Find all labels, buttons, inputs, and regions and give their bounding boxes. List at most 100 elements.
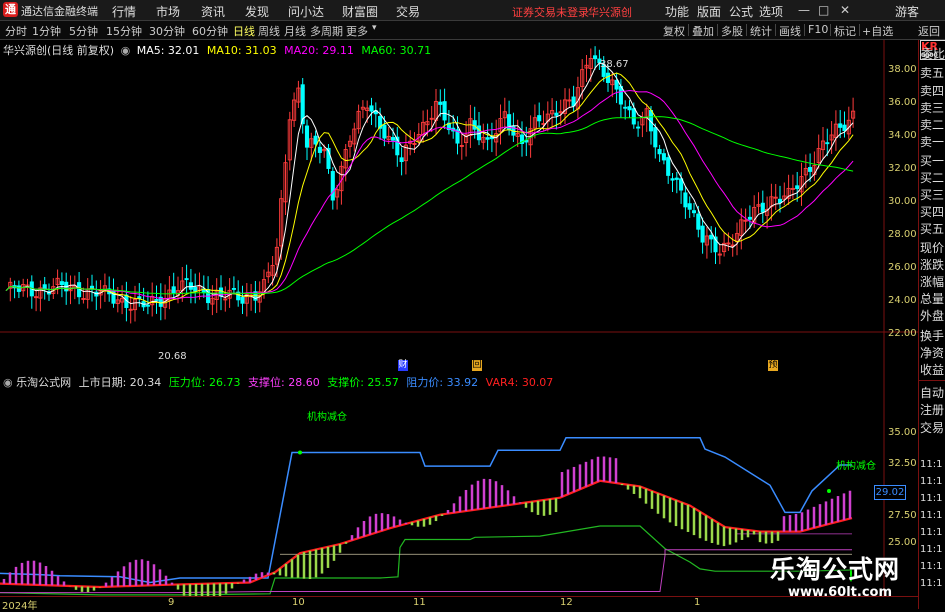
period-1min[interactable]: 1分钟 <box>32 23 61 39</box>
guest-label[interactable]: 游客 <box>895 3 919 20</box>
listing-date-value: 上市日期: 20.34 <box>78 376 162 389</box>
tool-mark[interactable]: 标记 <box>834 23 856 39</box>
price-tag: 29.02 <box>874 485 906 500</box>
panel-tab-trade[interactable]: 交易 <box>920 420 945 436</box>
kline-chart[interactable] <box>0 40 918 609</box>
period-5min[interactable]: 5分钟 <box>69 23 98 39</box>
ma20-label: MA20: 29.11 <box>284 44 354 57</box>
candle-body <box>171 286 176 294</box>
menu-wenxiaoda[interactable]: 问小达 <box>288 3 324 20</box>
tool-fuquan[interactable]: 复权 <box>663 23 685 39</box>
menu-news[interactable]: 资讯 <box>201 3 225 20</box>
candle-body <box>760 202 765 213</box>
candle-body <box>747 216 752 220</box>
candle-body <box>472 120 477 130</box>
minimize-icon[interactable]: — <box>798 3 810 17</box>
candle-body <box>442 101 447 121</box>
panel-item-volume: 总量 <box>920 292 945 306</box>
resistance-line <box>0 437 852 584</box>
period-multi[interactable]: 多周期 <box>310 23 343 39</box>
tool-back[interactable]: 返回 <box>918 23 940 39</box>
candle-body <box>627 106 632 111</box>
repurchase-event-marker[interactable]: 回 <box>472 360 482 371</box>
menu-bar: 通 通达信金融终端 行情 市场 资讯 发现 问小达 财富圈 交易 证券交易未登录… <box>0 0 945 21</box>
candle-body <box>304 125 310 148</box>
panel-tab-auto[interactable]: 自动 <box>920 385 945 401</box>
candle-body <box>154 299 159 301</box>
y-axis-label: 30.00 <box>888 196 917 207</box>
date-label: 9 <box>168 597 175 608</box>
settings-dot-icon[interactable]: ◉ <box>121 44 131 57</box>
panel-item-bid1: 买一 <box>920 154 945 168</box>
candle-body <box>696 213 701 230</box>
period-15min[interactable]: 15分钟 <box>106 23 142 39</box>
tool-multi-stock[interactable]: 多股 <box>721 23 743 39</box>
panel-item-change: 涨跌 <box>920 258 945 272</box>
tick-time: 11:1 <box>920 493 943 504</box>
menu-formula[interactable]: 公式 <box>729 3 753 20</box>
period-60min[interactable]: 60分钟 <box>192 23 228 39</box>
tool-add-watchlist[interactable]: +自选 <box>862 23 893 39</box>
period-30min[interactable]: 30分钟 <box>149 23 185 39</box>
period-daily[interactable]: 日线 <box>233 23 255 39</box>
toolbar-divider <box>688 24 689 36</box>
panel-item-ask5: 卖五 <box>920 66 945 80</box>
candle-body <box>438 101 443 105</box>
ma5-label: MA5: 32.01 <box>136 44 200 57</box>
candle-body <box>670 178 675 181</box>
candle-body <box>145 304 150 307</box>
panel-divider <box>919 380 945 381</box>
menu-functions[interactable]: 功能 <box>665 3 689 20</box>
menu-market[interactable]: 市场 <box>156 3 180 20</box>
pressure-value: 压力位: 26.73 <box>168 376 241 389</box>
menu-wealth-circle[interactable]: 财富圈 <box>342 3 378 20</box>
date-label: 1 <box>694 597 701 608</box>
candle-body <box>369 105 374 112</box>
candle-body <box>184 278 189 281</box>
menubar-stock-name: 华兴源创 <box>588 6 632 19</box>
indicator-settings-icon[interactable]: ◉ <box>3 376 13 389</box>
candle-body <box>653 127 658 148</box>
menu-layout[interactable]: 版面 <box>697 3 721 20</box>
indicator-y-axis-label: 27.50 <box>888 510 917 521</box>
tick-time: 11:1 <box>920 561 943 572</box>
menu-quotes[interactable]: 行情 <box>112 3 136 20</box>
login-notice[interactable]: 证券交易未登录 <box>512 4 589 20</box>
ma10-line <box>5 72 854 304</box>
maximize-icon[interactable]: □ <box>818 3 829 17</box>
period-more[interactable]: 更多 <box>346 23 368 39</box>
chevron-down-icon[interactable]: ▾ <box>372 23 377 33</box>
period-intraday[interactable]: 分时 <box>5 23 27 39</box>
close-icon[interactable]: ✕ <box>840 3 850 17</box>
tool-f10[interactable]: F10 <box>808 23 828 36</box>
date-label: 11 <box>413 597 426 608</box>
finance-event-marker[interactable]: 财 <box>398 360 408 371</box>
date-label: 10 <box>292 597 305 608</box>
panel-item-outer: 外盘 <box>920 309 945 323</box>
candle-body <box>674 177 679 180</box>
watermark-url: www.60lt.com <box>788 585 893 600</box>
toolbar-divider <box>859 24 860 36</box>
date-label: 12 <box>560 597 573 608</box>
candle-body <box>842 124 847 132</box>
tick-time: 11:1 <box>920 459 943 470</box>
candle-body <box>691 210 697 214</box>
stock-label: 华兴源创(日线 前复权) <box>3 44 115 57</box>
panel-item-turnover: 换手 <box>920 329 945 343</box>
candle-body <box>666 157 671 176</box>
tool-draw-line[interactable]: 画线 <box>779 23 801 39</box>
menu-discover[interactable]: 发现 <box>245 3 269 20</box>
y-axis-label: 36.00 <box>888 97 917 108</box>
candle-body <box>683 192 688 208</box>
period-weekly[interactable]: 周线 <box>258 23 280 39</box>
toolbar-divider <box>804 24 805 36</box>
candle-body <box>485 137 490 140</box>
forecast-event-marker[interactable]: 预 <box>768 360 778 371</box>
tool-statistics[interactable]: 统计 <box>750 23 772 39</box>
panel-tab-register[interactable]: 注册 <box>920 402 945 418</box>
menu-trade[interactable]: 交易 <box>396 3 420 20</box>
period-toolbar: 分时 1分钟 5分钟 15分钟 30分钟 60分钟 日线 周线 月线 多周期 更… <box>0 21 945 40</box>
menu-options[interactable]: 选项 <box>759 3 783 20</box>
tool-overlay[interactable]: 叠加 <box>692 23 714 39</box>
period-monthly[interactable]: 月线 <box>284 23 306 39</box>
